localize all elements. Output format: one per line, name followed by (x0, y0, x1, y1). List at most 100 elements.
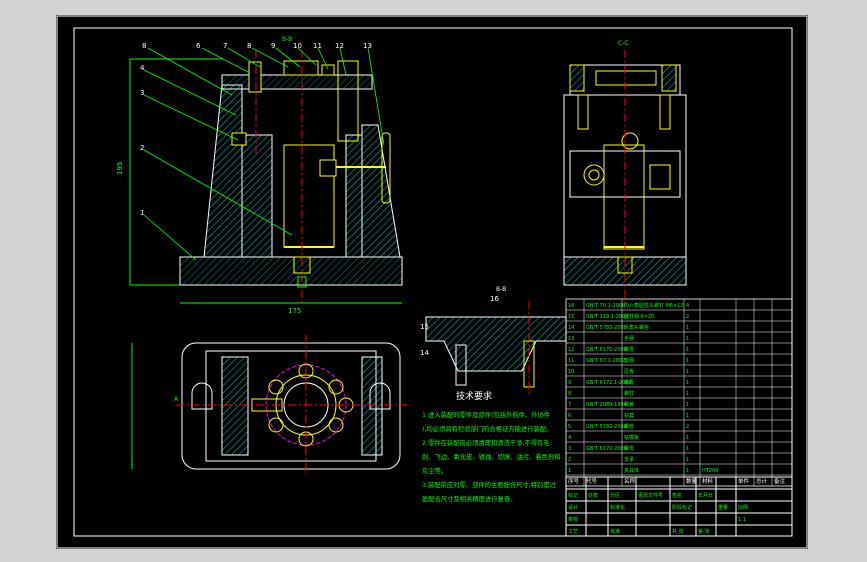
bom-header-cell: 名称 (624, 477, 636, 485)
side-view: C-C (563, 40, 687, 305)
bom-cell: 7 (568, 402, 571, 408)
tb-cell: 阶段标记 (672, 504, 692, 511)
bom-cell: 2 (686, 424, 689, 430)
tb-cell: 更改文件号 (638, 492, 663, 499)
bom-cell: 1 (686, 358, 689, 364)
plan-view: A (131, 335, 408, 475)
part-label: 2 (140, 144, 144, 152)
part-label: 7 (223, 42, 227, 50)
bom-cell: GB/T 2089-1994 (586, 402, 627, 408)
tb-cell: 审核 (568, 516, 578, 523)
tech-req-line: 2.零件在装配前必须清理和清洗干净,不得有毛 (422, 438, 550, 447)
bom-cell: 1 (686, 413, 689, 419)
part-label: 9 (271, 42, 275, 50)
bom-cell: 1 (686, 347, 689, 353)
bom-cell: 12 (568, 347, 574, 353)
bom-cell: 14 (568, 325, 574, 331)
bom-header-cell: 单件 (738, 477, 750, 485)
side-view-label: C-C (618, 40, 629, 47)
part-label: 13 (363, 42, 372, 50)
bom-cell: 9 (568, 380, 571, 386)
bom-header-cell: 代号 (586, 477, 598, 485)
tb-cell: 标准化 (610, 504, 625, 511)
bom-cell: 1 (686, 325, 689, 331)
bom-cell: 8 (568, 391, 571, 397)
part-label: 1 (140, 209, 144, 217)
bom-cell: 1 (686, 391, 689, 397)
tb-cell: 1:1 (738, 517, 746, 523)
detail-part-15: 15 (420, 323, 429, 331)
part-label: 4 (140, 64, 145, 72)
bom-cell: GB/T 119.1-2000 (586, 314, 628, 320)
bom-table: 16 GB/T 70.1-2008内六角圆柱头螺钉 M6×12 415 GB/T 11… (565, 298, 793, 487)
bom-header-cell: 总计 (756, 477, 768, 485)
front-view: 195 175 8 6 7 8 9 10 11 12 13 4 3 2 1 B-… (116, 36, 403, 315)
tb-cell: 处数 (588, 492, 598, 499)
bom-cell: 11 (568, 358, 574, 364)
bom-cell: 6 (568, 413, 571, 419)
bom-cell: 内六角圆柱头螺钉 M6×12 (624, 302, 684, 309)
detail-view: B-B 15 14 16 (420, 286, 567, 395)
bom-cell: 15 (568, 314, 574, 320)
bom-cell: 1 (686, 336, 689, 342)
part-label: 8 (142, 42, 146, 50)
detail-part-14: 14 (420, 349, 429, 357)
drawing-sheet: 195 175 8 6 7 8 9 10 11 12 13 4 3 2 1 B-… (56, 15, 808, 549)
bom-cell: 垫圈 (624, 357, 634, 364)
dim-plan: A (174, 396, 179, 403)
bom-cell: 圆柱销 6×20 (624, 313, 654, 320)
bom-cell: 六角头螺栓 (624, 324, 649, 331)
tb-cell: 签名 (672, 492, 682, 499)
bom-header-cell: 备注 (774, 477, 786, 485)
bom-header-cell: 材料 (702, 477, 714, 485)
bom-cell: 1 (686, 402, 689, 408)
bom-cell: GB/T 6170-2000 (586, 347, 627, 353)
tech-req-line: 1.进入装配的零件及部件(包括外购件、外协件 (422, 410, 550, 419)
bom-cell: 螺母 (624, 346, 634, 353)
tb-cell: 设计 (568, 504, 578, 511)
bom-cell: 1 (686, 369, 689, 375)
bom-cell: 1 (686, 457, 689, 463)
tech-req-line: 刺、飞边、氧化皮、锈蚀、切屑、油污、着色剂和 (422, 452, 561, 461)
bom-cell: 1 (686, 380, 689, 386)
tech-req-line: 盈配合尺寸及相关精度进行复查。 (422, 494, 516, 503)
detail-label: B-B (496, 286, 506, 293)
bom-cell: 1 (568, 468, 571, 474)
bom-cell: 钻模板 (624, 434, 639, 441)
detail-part-16: 16 (490, 295, 499, 303)
tech-req-line: 灰尘等。 (422, 466, 447, 475)
tb-cell: 共 张 (672, 528, 684, 535)
tb-cell: 年月日 (698, 492, 713, 499)
bom-cell: 13 (568, 336, 574, 342)
bom-cell: 1 (686, 446, 689, 452)
bom-cell: 手柄 (624, 335, 634, 342)
bom-cell: 螺柱 (624, 390, 634, 397)
dim-height: 195 (116, 162, 124, 175)
bom-cell: 5 (568, 424, 571, 430)
tb-cell: 分区 (610, 492, 620, 499)
tb-cell: 工艺 (568, 529, 578, 535)
tb-cell: 第 张 (698, 528, 710, 535)
part-label: 12 (335, 42, 344, 50)
bom-cell: 钻套 (624, 412, 634, 419)
bom-cell: 10 (568, 369, 574, 375)
tech-requirements: 技术要求 1.进入装配的零件及部件(包括外购件、外协件 ),均必须具有检验部门的… (422, 390, 561, 503)
tb-cell: 标记 (568, 492, 578, 499)
part-label: 6 (196, 42, 201, 50)
bom-cell: 3 (568, 446, 571, 452)
bom-cell: 螺母 (624, 379, 634, 386)
bom-cell: GB/T 5782-2000 (586, 424, 627, 430)
cad-drawing: 195 175 8 6 7 8 9 10 11 12 13 4 3 2 1 B-… (56, 15, 808, 549)
tb-cell: 比例 (738, 504, 748, 511)
bom-cell: 夹具体 (624, 467, 639, 474)
section-label-top: B-B (282, 36, 292, 43)
part-label: 3 (140, 89, 144, 97)
bom-cell: 压板 (624, 368, 634, 375)
bom-cell: 4 (568, 435, 571, 441)
bom-cell: GB/T 70.1-2008 (586, 303, 625, 309)
bom-cell: 弹簧 (624, 401, 634, 408)
bom-cell: 4 (686, 303, 689, 309)
dim-width: 175 (288, 307, 301, 315)
bom-cell: 1 (686, 468, 689, 474)
bom-cell: 2 (568, 457, 571, 463)
